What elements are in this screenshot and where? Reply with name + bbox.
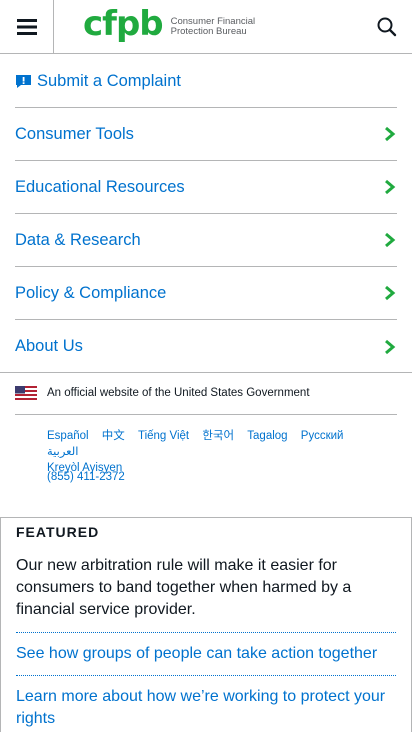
chevron-right-icon — [385, 179, 396, 195]
language-link[interactable]: Tiếng Việt — [138, 430, 189, 442]
language-link[interactable]: 中文 — [102, 430, 125, 442]
featured-body: Our new arbitration rule will make it ea… — [16, 557, 352, 618]
featured-link-protect-rights[interactable]: Learn more about how we’re working to pr… — [16, 675, 396, 732]
nav-item-label: Consumer Tools — [15, 124, 134, 143]
nav-item-policy-compliance[interactable]: Policy & Compliance — [15, 267, 397, 320]
chevron-right-icon — [385, 126, 396, 142]
nav-item-label: Data & Research — [15, 230, 141, 249]
search-button[interactable] — [376, 16, 398, 38]
logo-line-2: Protection Bureau — [170, 26, 247, 37]
official-site-line: An official website of the United States… — [15, 372, 397, 415]
nav-item-label: Educational Resources — [15, 177, 185, 196]
nav-item-consumer-tools[interactable]: Consumer Tools — [15, 108, 397, 161]
chevron-right-icon — [385, 285, 396, 301]
logo-mark: cfpb — [83, 4, 164, 44]
menu-button[interactable] — [0, 0, 54, 54]
phone-link[interactable]: (855) 411-2372 — [47, 471, 125, 483]
nav-item-about-us[interactable]: About Us — [15, 320, 397, 373]
language-link[interactable]: Русский — [301, 430, 344, 442]
main-nav: Submit a Complaint Consumer Tools Educat… — [15, 55, 397, 373]
cfpb-logo[interactable]: cfpb Consumer Financial Protection Burea… — [83, 4, 255, 45]
language-link[interactable]: العربية — [47, 446, 78, 458]
language-link[interactable]: Español — [47, 430, 89, 442]
submit-complaint-link[interactable]: Submit a Complaint — [15, 55, 397, 108]
language-link[interactable]: 한국어 — [202, 430, 234, 442]
menu-icon — [16, 19, 37, 35]
language-links: Español 中文 Tiếng Việt 한국어 Tagalog Русски… — [47, 428, 387, 476]
nav-item-data-research[interactable]: Data & Research — [15, 214, 397, 267]
chevron-right-icon — [385, 232, 396, 248]
featured-link-group-action[interactable]: See how groups of people can take action… — [16, 632, 396, 675]
search-icon — [377, 17, 397, 37]
site-header: cfpb Consumer Financial Protection Burea… — [0, 0, 412, 54]
nav-item-educational-resources[interactable]: Educational Resources — [15, 161, 397, 214]
complaint-label: Submit a Complaint — [37, 71, 181, 90]
nav-item-label: Policy & Compliance — [15, 283, 167, 302]
us-flag-icon — [15, 386, 37, 400]
featured-heading: FEATURED — [16, 524, 100, 540]
nav-item-label: About Us — [15, 337, 83, 355]
alert-icon — [16, 74, 31, 88]
chevron-right-icon — [385, 339, 396, 354]
logo-text: Consumer Financial Protection Bureau — [171, 17, 255, 37]
featured-section: FEATURED Our new arbitration rule will m… — [0, 517, 412, 732]
official-site-text: An official website of the United States… — [47, 387, 310, 399]
language-link[interactable]: Tagalog — [247, 430, 287, 442]
